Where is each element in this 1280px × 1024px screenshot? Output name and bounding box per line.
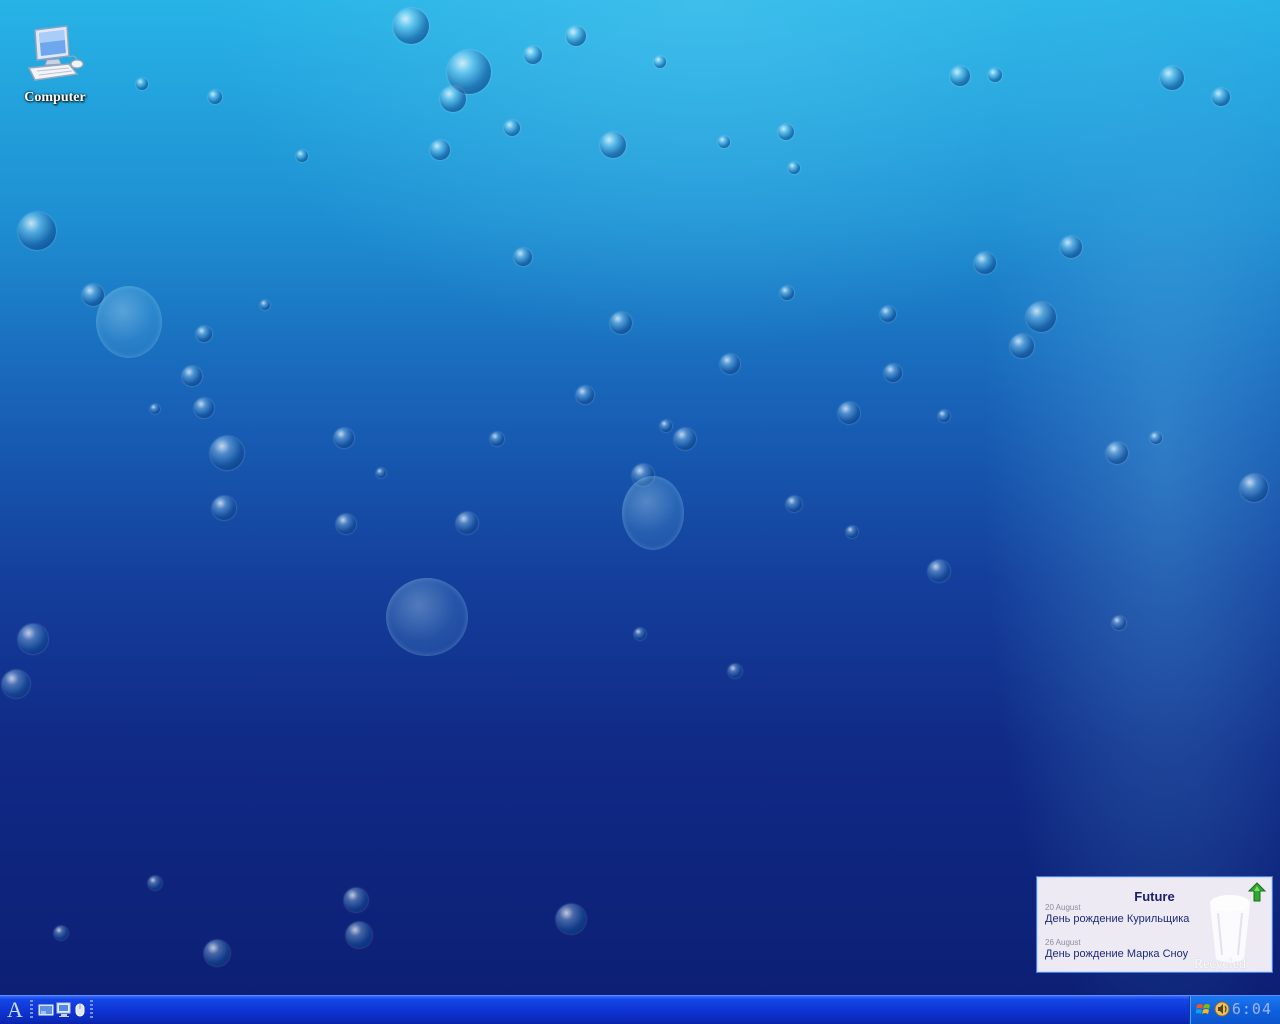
- wallpaper-bubble: [393, 8, 429, 44]
- monitor-icon[interactable]: [56, 1002, 72, 1018]
- wallpaper-bubble: [884, 364, 902, 382]
- wallpaper-bubble: [1060, 236, 1082, 258]
- event-item[interactable]: 20 August День рождение Курильщика: [1045, 903, 1189, 925]
- wallpaper-bubble: [1010, 334, 1034, 358]
- wallpaper-bubble: [600, 132, 626, 158]
- speaker-icon[interactable]: [1214, 1001, 1230, 1017]
- taskbar-grip[interactable]: [90, 1000, 93, 1020]
- wallpaper-bubble: [928, 560, 950, 582]
- mouse-icon[interactable]: [74, 1002, 86, 1018]
- wallpaper-bubble: [2, 670, 30, 698]
- wallpaper-bubble: [386, 578, 468, 656]
- widget-title: Future: [1134, 889, 1175, 904]
- wallpaper-bubble: [204, 940, 230, 966]
- events-widget[interactable]: Recycled Future 20 August День рождение …: [1036, 876, 1273, 973]
- computer-icon: [23, 24, 87, 88]
- wallpaper-bubble: [1160, 66, 1184, 90]
- green-arrow-icon[interactable]: [1246, 881, 1268, 903]
- desktop-icon-computer[interactable]: Computer: [12, 24, 98, 106]
- wallpaper-bubble: [430, 140, 450, 160]
- desktop-wallpaper[interactable]: Computer Recycled Future 20 August День …: [0, 0, 1280, 995]
- wallpaper-bubble: [780, 286, 794, 300]
- taskbar-clock[interactable]: 6:04: [1232, 1000, 1272, 1018]
- wallpaper-bubble: [514, 248, 532, 266]
- wallpaper-bubble: [504, 120, 520, 136]
- wallpaper-bubble: [880, 306, 896, 322]
- wallpaper-bubble: [728, 664, 742, 678]
- wallpaper-bubble: [838, 402, 860, 424]
- wallpaper-bubble: [456, 512, 478, 534]
- wallpaper-bubble: [720, 354, 740, 374]
- wallpaper-bubble: [786, 496, 802, 512]
- wallpaper-bubble: [654, 56, 666, 68]
- wallpaper-bubble: [974, 252, 996, 274]
- wallpaper-bubble: [260, 300, 270, 310]
- desktop-icon-label: Computer: [24, 90, 86, 105]
- show-desktop-icon[interactable]: [38, 1002, 54, 1018]
- start-button[interactable]: A: [4, 997, 26, 1023]
- wallpaper-bubble: [674, 428, 696, 450]
- wallpaper-bubble: [988, 68, 1002, 82]
- wallpaper-bubble: [194, 398, 214, 418]
- wallpaper-bubble: [182, 366, 202, 386]
- wallpaper-bubble: [440, 86, 466, 112]
- windows-flag-icon[interactable]: [1195, 1001, 1212, 1017]
- wallpaper-bubble: [1240, 474, 1268, 502]
- wallpaper-bubble: [556, 904, 586, 934]
- wallpaper-bubble: [846, 526, 858, 538]
- wallpaper-bubble: [1150, 432, 1162, 444]
- wallpaper-bubble: [196, 326, 212, 342]
- wallpaper-bubble: [1026, 302, 1056, 332]
- wallpaper-bubble: [950, 66, 970, 86]
- wallpaper-bubble: [622, 476, 684, 550]
- wallpaper-bubble: [96, 286, 162, 358]
- wallpaper-bubble: [788, 162, 800, 174]
- event-item[interactable]: 26 August День рождение Марка Сноу: [1045, 938, 1188, 960]
- wallpaper-bubble: [524, 46, 542, 64]
- wallpaper-bubble: [212, 496, 236, 520]
- wallpaper-bubble: [148, 876, 162, 890]
- event-text: День рождение Курильщика: [1045, 913, 1190, 925]
- wallpaper-bubble: [566, 26, 586, 46]
- taskbar: A 6:04: [0, 995, 1280, 1024]
- wallpaper-bubble: [610, 312, 632, 334]
- wallpaper-bubble: [1106, 442, 1128, 464]
- wallpaper-bubble: [336, 514, 356, 534]
- recycle-bin-label: Recycled: [1193, 957, 1246, 972]
- wallpaper-bubble: [296, 150, 308, 162]
- wallpaper-bubble: [208, 90, 222, 104]
- wallpaper-bubble: [136, 78, 148, 90]
- wallpaper-bubble: [150, 404, 160, 414]
- system-tray: 6:04: [1189, 996, 1280, 1024]
- wallpaper-bubble: [634, 628, 646, 640]
- wallpaper-bubble: [344, 888, 368, 912]
- wallpaper-bubble: [778, 124, 794, 140]
- wallpaper-bubble: [54, 926, 68, 940]
- wallpaper-bubble: [18, 212, 56, 250]
- wallpaper-bubble: [1212, 88, 1230, 106]
- wallpaper-bubble: [18, 624, 48, 654]
- event-date: 20 August: [1045, 903, 1081, 912]
- wallpaper-bubble: [334, 428, 354, 448]
- event-date: 26 August: [1045, 938, 1081, 947]
- wallpaper-bubble: [576, 386, 594, 404]
- wallpaper-bubble: [346, 922, 372, 948]
- wallpaper-bubble: [376, 468, 386, 478]
- wallpaper-bubble: [1112, 616, 1126, 630]
- taskbar-grip[interactable]: [30, 1000, 33, 1020]
- wallpaper-bubble: [938, 410, 950, 422]
- event-text: День рождение Марка Сноу: [1045, 948, 1189, 960]
- wallpaper-bubble: [210, 436, 244, 470]
- wallpaper-bubble: [718, 136, 730, 148]
- wallpaper-bubble: [660, 420, 672, 432]
- wallpaper-bubble: [490, 432, 504, 446]
